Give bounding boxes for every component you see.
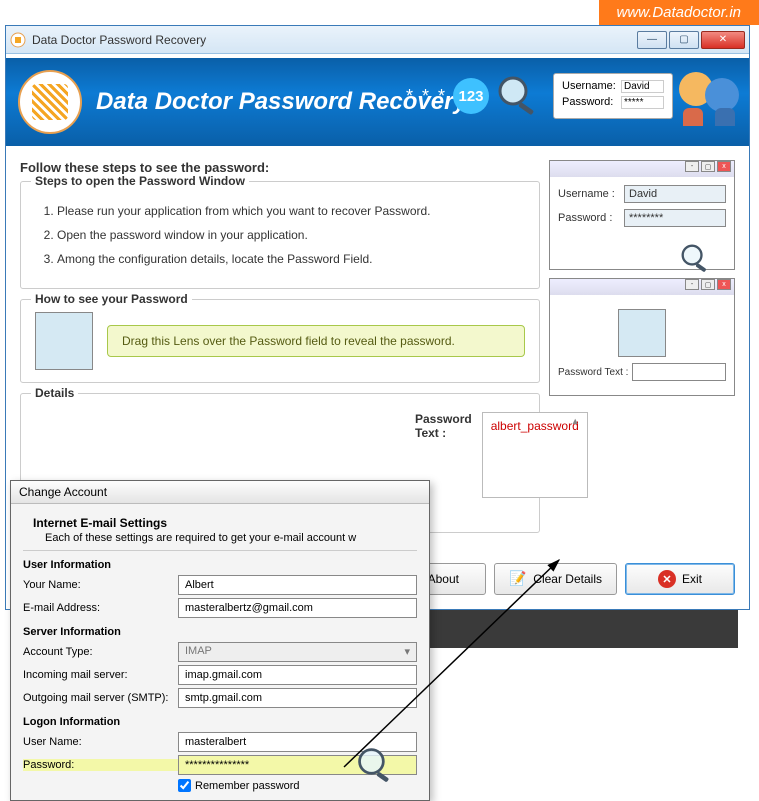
minimize-button[interactable]: —: [637, 31, 667, 49]
sample-passwordtext-window: -▢x Password Text :: [549, 278, 735, 396]
mini-min-icon: -: [685, 279, 699, 290]
credentials-preview: Username:David Password:*****: [553, 73, 673, 119]
stars-decoration: * * *: [406, 86, 447, 107]
section-user-info: User Information: [23, 559, 417, 571]
logo-icon: [18, 70, 82, 134]
dialog-subtext: Each of these settings are required to g…: [45, 532, 417, 544]
password-text-label: Password Text :: [415, 412, 472, 440]
dialog-heading: Internet E-mail Settings: [33, 516, 417, 530]
chevron-down-icon: ▾: [404, 645, 410, 658]
outgoing-server-input[interactable]: [178, 688, 417, 708]
lens-preview-icon: [618, 309, 666, 357]
step-item: Please run your application from which y…: [57, 204, 525, 218]
step-item: Open the password window in your applica…: [57, 228, 525, 242]
magnifier-icon: [678, 241, 714, 277]
exit-button[interactable]: ✕Exit: [625, 563, 735, 595]
magnifier-icon: [495, 73, 541, 119]
howto-hint: Drag this Lens over the Password field t…: [107, 325, 525, 357]
howto-legend: How to see your Password: [31, 292, 192, 306]
email-input[interactable]: [178, 598, 417, 618]
close-icon: ✕: [658, 570, 676, 588]
dialog-title: Change Account: [11, 481, 429, 504]
background-dark: [400, 610, 738, 648]
header-banner: Data Doctor Password Recovery * * * 123 …: [6, 54, 749, 150]
lens-tool[interactable]: [35, 312, 93, 370]
password-text-output[interactable]: albert_password ▲: [482, 412, 588, 498]
step-item: Among the configuration details, locate …: [57, 252, 525, 266]
mini-close-icon: x: [717, 279, 731, 290]
steps-fieldset: Steps to open the Password Window Please…: [20, 181, 540, 289]
account-type-select[interactable]: IMAP▾: [178, 642, 417, 662]
your-name-input[interactable]: [178, 575, 417, 595]
maximize-button[interactable]: ▢: [669, 31, 699, 49]
close-button[interactable]: ✕: [701, 31, 745, 49]
steps-legend: Steps to open the Password Window: [31, 174, 249, 188]
clear-details-button[interactable]: 📝Clear Details: [494, 563, 617, 595]
mini-min-icon: -: [685, 161, 699, 172]
magnifier-lens-icon[interactable]: [355, 745, 397, 787]
avatars-icon: [679, 66, 739, 126]
mini-max-icon: ▢: [701, 161, 715, 172]
section-server-info: Server Information: [23, 626, 417, 638]
mini-max-icon: ▢: [701, 279, 715, 290]
sample-login-window: -▢x Username :David Password :********: [549, 160, 735, 270]
url-banner: www.Datadoctor.in: [599, 0, 759, 25]
number-badge: 123: [453, 78, 489, 114]
howto-fieldset: How to see your Password Drag this Lens …: [20, 299, 540, 383]
app-icon: [10, 32, 26, 48]
details-legend: Details: [31, 386, 78, 400]
scrollbar-up-icon[interactable]: ▲: [571, 416, 585, 426]
clear-icon: 📝: [509, 570, 527, 588]
mini-close-icon: x: [717, 161, 731, 172]
section-logon-info: Logon Information: [23, 716, 417, 728]
window-title: Data Doctor Password Recovery: [32, 33, 637, 47]
incoming-server-input[interactable]: [178, 665, 417, 685]
titlebar: Data Doctor Password Recovery — ▢ ✕: [6, 26, 749, 54]
change-account-dialog: Change Account Internet E-mail Settings …: [10, 480, 430, 801]
